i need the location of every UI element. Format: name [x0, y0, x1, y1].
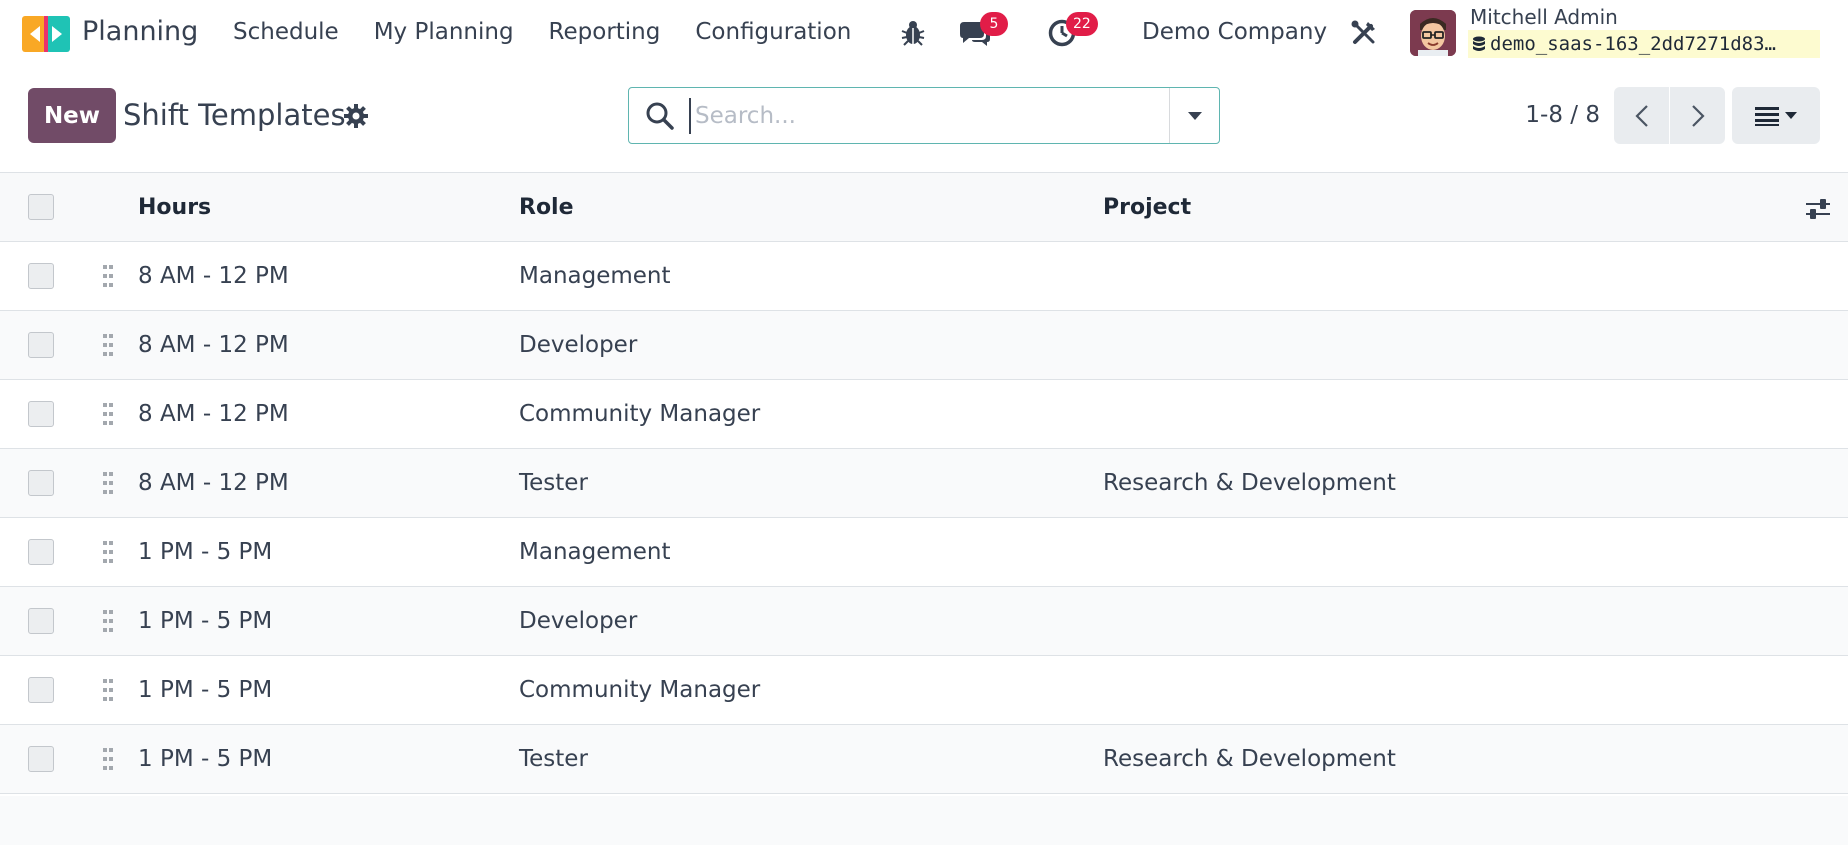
sliders-icon[interactable] [1804, 195, 1832, 223]
drag-handle-icon[interactable] [100, 676, 116, 704]
table-row[interactable]: 8 AM - 12 PM Community Manager [0, 380, 1848, 449]
cell-role: Community Manager [519, 677, 761, 703]
table-row[interactable]: 1 PM - 5 PM Community Manager [0, 656, 1848, 725]
select-all-checkbox[interactable] [28, 194, 54, 220]
drag-handle-icon[interactable] [100, 262, 116, 290]
new-button[interactable]: New [28, 88, 116, 143]
column-header-role[interactable]: Role [519, 193, 574, 223]
messages-badge: 5 [980, 12, 1008, 36]
chevron-right-icon [1691, 104, 1705, 127]
list-empty-area [0, 796, 1848, 845]
table-row[interactable]: 8 AM - 12 PM Developer [0, 311, 1848, 380]
cell-role: Management [519, 539, 671, 565]
row-checkbox[interactable] [28, 746, 54, 772]
menu-reporting[interactable]: Reporting [549, 14, 661, 50]
tools-icon[interactable] [1348, 14, 1380, 52]
caret-down-icon [1187, 111, 1202, 120]
cell-hours: 8 AM - 12 PM [138, 263, 289, 289]
table-row[interactable]: 1 PM - 5 PM Developer [0, 587, 1848, 656]
search-bar [628, 87, 1220, 144]
table-row[interactable]: 8 AM - 12 PM Management [0, 242, 1848, 311]
row-checkbox[interactable] [28, 332, 54, 358]
pager-value[interactable]: 1-8 / 8 [1520, 97, 1600, 133]
database-icon [1473, 36, 1485, 51]
company-switcher[interactable]: Demo Company [1142, 14, 1327, 50]
row-checkbox[interactable] [28, 539, 54, 565]
cell-project: Research & Development [1103, 746, 1396, 772]
column-header-project[interactable]: Project [1103, 193, 1191, 223]
cell-project: Research & Development [1103, 470, 1396, 496]
top-navbar: Planning Schedule My Planning Reporting … [0, 0, 1848, 66]
list-view-icon [1755, 106, 1797, 126]
row-checkbox[interactable] [28, 263, 54, 289]
page-title: Shift Templates [123, 98, 346, 132]
gear-icon[interactable] [342, 102, 370, 130]
cell-role: Management [519, 263, 671, 289]
drag-handle-icon[interactable] [100, 400, 116, 428]
database-name-text: demo_saas-163_2dd7271d83… [1490, 33, 1776, 55]
menu-my-planning[interactable]: My Planning [374, 14, 514, 50]
menu-schedule[interactable]: Schedule [233, 14, 339, 50]
cell-role: Tester [519, 746, 588, 772]
menu-configuration[interactable]: Configuration [695, 14, 851, 50]
cell-role: Developer [519, 608, 638, 634]
cell-hours: 8 AM - 12 PM [138, 401, 289, 427]
drag-handle-icon[interactable] [100, 538, 116, 566]
cell-hours: 1 PM - 5 PM [138, 608, 273, 634]
cell-hours: 8 AM - 12 PM [138, 332, 289, 358]
cell-hours: 1 PM - 5 PM [138, 746, 273, 772]
cell-hours: 8 AM - 12 PM [138, 470, 289, 496]
main-menu: Schedule My Planning Reporting Configura… [233, 14, 886, 50]
avatar[interactable] [1410, 10, 1456, 56]
database-name: demo_saas-163_2dd7271d83… [1468, 30, 1820, 58]
cell-hours: 1 PM - 5 PM [138, 677, 273, 703]
search-icon [645, 101, 675, 131]
view-switcher-button[interactable] [1732, 87, 1820, 144]
planning-app-icon[interactable] [22, 16, 70, 52]
drag-handle-icon[interactable] [100, 745, 116, 773]
table-row[interactable]: 1 PM - 5 PM Management [0, 518, 1848, 587]
cell-role: Community Manager [519, 401, 761, 427]
activities-badge: 22 [1066, 12, 1098, 36]
search-input[interactable] [689, 98, 1189, 134]
row-checkbox[interactable] [28, 677, 54, 703]
chevron-left-icon [1634, 104, 1648, 127]
cell-role: Developer [519, 332, 638, 358]
row-checkbox[interactable] [28, 470, 54, 496]
pager-next-button[interactable] [1670, 87, 1725, 144]
app-name[interactable]: Planning [82, 14, 198, 50]
column-header-hours[interactable]: Hours [138, 193, 211, 223]
user-name[interactable]: Mitchell Admin [1470, 4, 1618, 30]
row-checkbox[interactable] [28, 608, 54, 634]
drag-handle-icon[interactable] [100, 331, 116, 359]
cell-hours: 1 PM - 5 PM [138, 539, 273, 565]
pager-previous-button[interactable] [1614, 87, 1669, 144]
drag-handle-icon[interactable] [100, 607, 116, 635]
shift-templates-list: Hours Role Project 8 AM - 12 PM Manageme… [0, 172, 1848, 794]
search-options-toggle[interactable] [1169, 88, 1219, 143]
bug-icon[interactable] [898, 14, 928, 52]
cell-role: Tester [519, 470, 588, 496]
table-row[interactable]: 1 PM - 5 PM Tester Research & Developmen… [0, 725, 1848, 794]
table-row[interactable]: 8 AM - 12 PM Tester Research & Developme… [0, 449, 1848, 518]
row-checkbox[interactable] [28, 401, 54, 427]
drag-handle-icon[interactable] [100, 469, 116, 497]
list-header: Hours Role Project [0, 172, 1848, 242]
